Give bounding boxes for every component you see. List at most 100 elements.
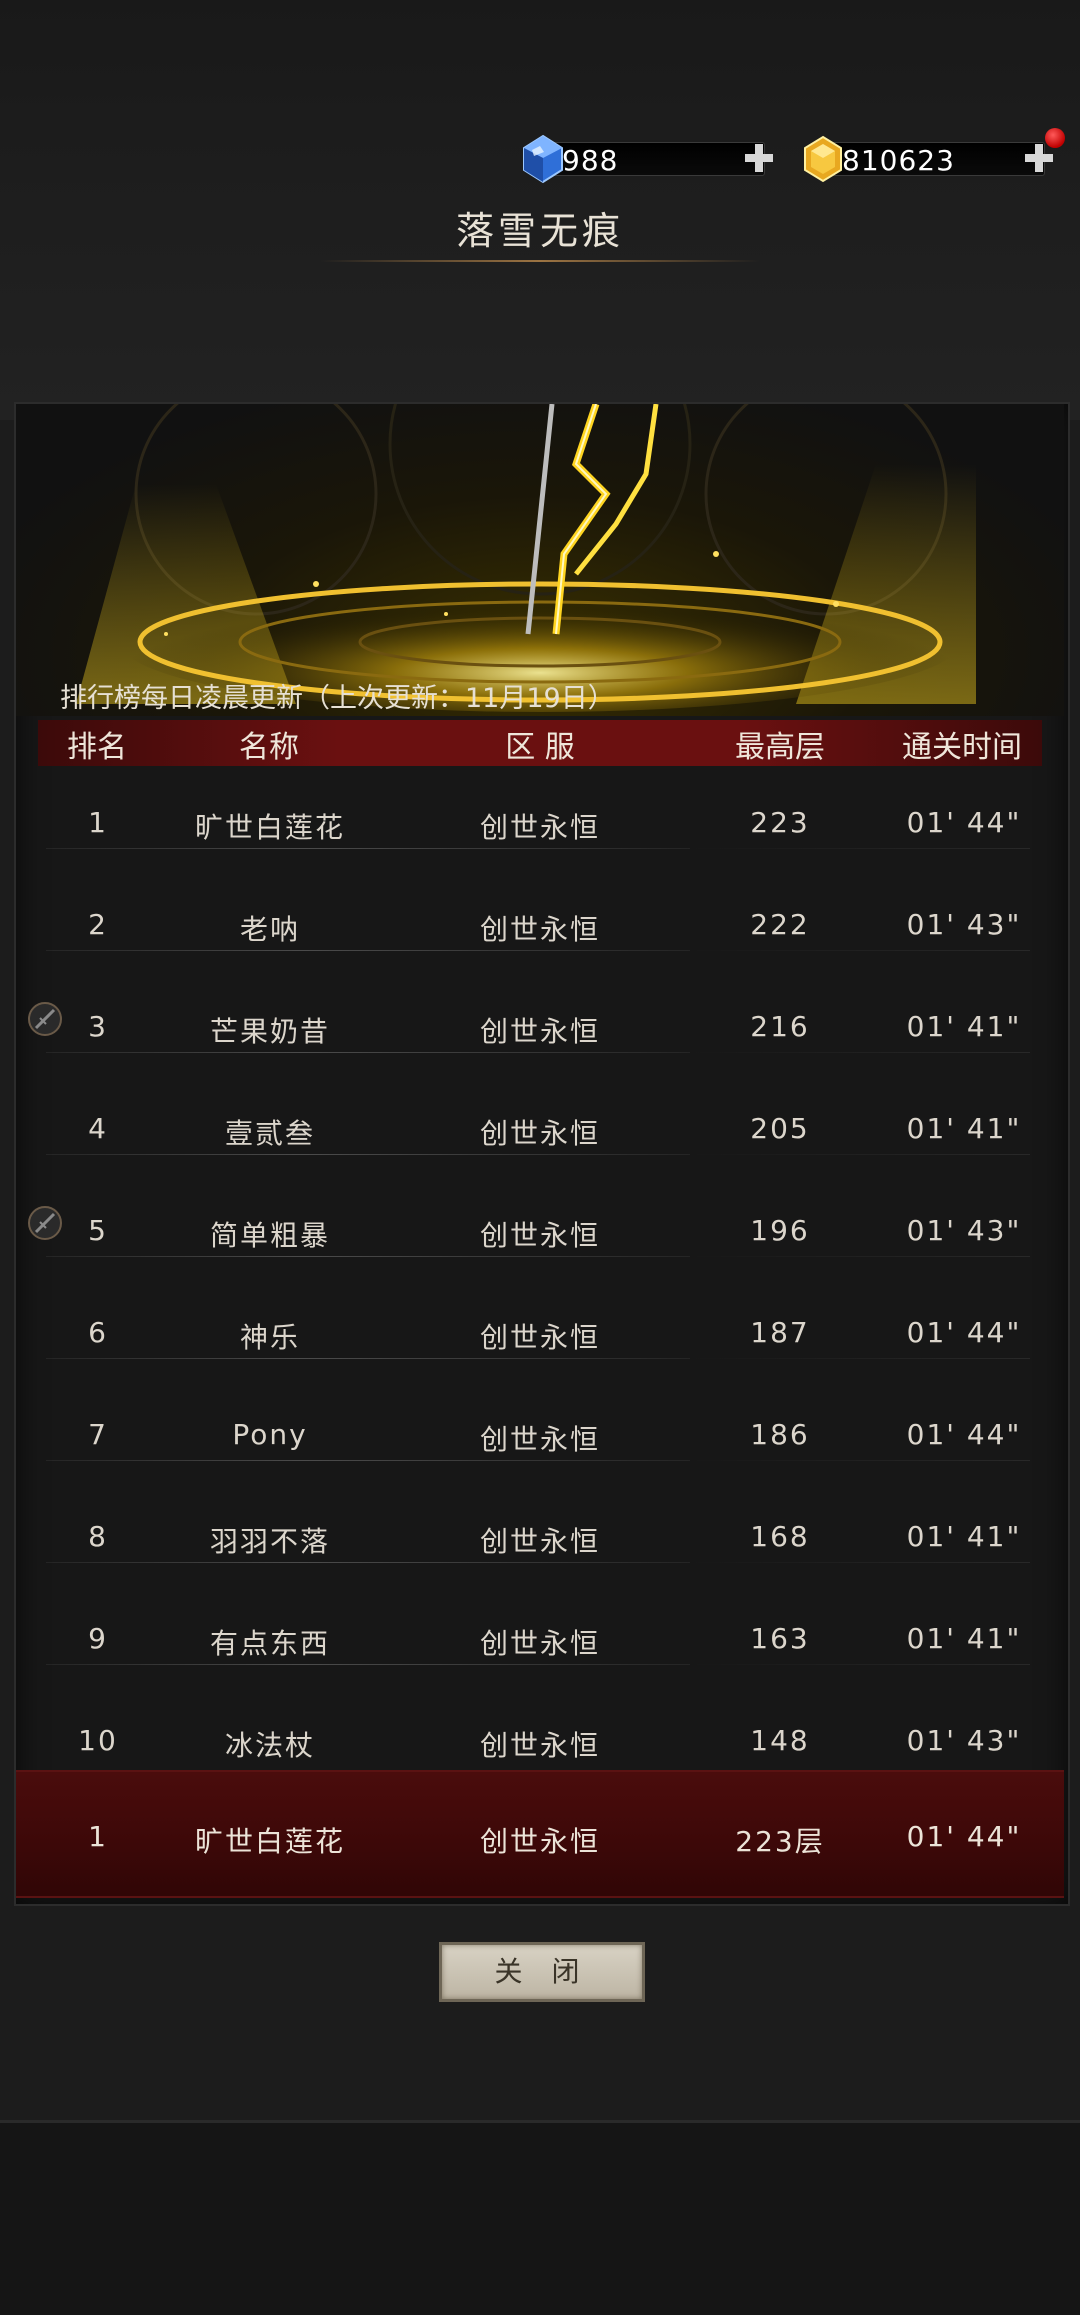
row-server: 创世永恒 — [479, 1525, 601, 1558]
row-divider — [690, 848, 1030, 849]
row-divider — [690, 950, 1030, 951]
row-time: 01' 44" — [906, 1418, 1022, 1451]
my-floor: 223层 — [735, 1825, 825, 1858]
row-divider — [46, 848, 690, 849]
row-divider — [46, 1664, 690, 1665]
row-name: 壹贰叁 — [224, 1117, 316, 1150]
row-divider — [46, 1256, 690, 1257]
my-ranking-row: 1 旷世白莲花 创世永恒 223层 01' 44" — [16, 1770, 1064, 1898]
row-divider — [46, 1052, 690, 1053]
row-server: 创世永恒 — [479, 1729, 601, 1762]
row-floor: 186 — [750, 1418, 810, 1451]
row-rank: 4 — [88, 1112, 108, 1145]
gold-coin-icon — [804, 135, 842, 183]
gold-amount: 810623 — [842, 144, 955, 177]
my-rank: 1 — [88, 1820, 108, 1853]
row-floor: 168 — [750, 1520, 810, 1553]
row-name: 有点东西 — [209, 1627, 331, 1660]
row-floor: 163 — [750, 1622, 810, 1655]
row-floor: 196 — [750, 1214, 810, 1247]
row-server: 创世永恒 — [479, 1117, 601, 1150]
row-floor: 187 — [750, 1316, 810, 1349]
gold-currency: 810623 — [800, 128, 1065, 183]
row-time: 01' 43" — [906, 1214, 1022, 1247]
row-divider — [690, 1052, 1030, 1053]
table-row[interactable]: 8 羽羽不落 创世永恒 168 01' 41" — [0, 1496, 1080, 1598]
row-divider — [690, 1664, 1030, 1665]
row-divider — [46, 1358, 690, 1359]
my-name: 旷世白莲花 — [194, 1825, 346, 1858]
row-divider — [46, 1460, 690, 1461]
row-name: 神乐 — [239, 1321, 301, 1354]
row-name: Pony — [232, 1418, 308, 1451]
row-name: 简单粗暴 — [209, 1219, 331, 1252]
row-name: 芒果奶昔 — [209, 1015, 331, 1048]
header-rank: 排名 — [67, 730, 127, 765]
row-rank: 7 — [88, 1418, 108, 1451]
row-rank: 3 — [88, 1010, 108, 1043]
row-divider — [690, 1154, 1030, 1155]
row-rank: 2 — [88, 908, 108, 941]
row-floor: 148 — [750, 1724, 810, 1757]
page-title: 落雪无痕 — [455, 209, 624, 253]
table-row[interactable]: 2 老呐 创世永恒 222 01' 43" — [0, 884, 1080, 986]
banner-image — [16, 404, 1064, 716]
row-server: 创世永恒 — [479, 1627, 601, 1660]
header-server: 区 服 — [505, 730, 575, 765]
my-server: 创世永恒 — [479, 1825, 601, 1858]
row-name: 羽羽不落 — [209, 1525, 331, 1558]
close-button[interactable]: 关 闭 — [439, 1942, 645, 2002]
row-time: 01' 44" — [906, 806, 1022, 839]
row-name: 老呐 — [239, 913, 301, 946]
table-row[interactable]: 7 Pony 创世永恒 186 01' 44" — [0, 1394, 1080, 1496]
row-divider — [690, 1460, 1030, 1461]
row-time: 01' 41" — [906, 1010, 1022, 1043]
row-divider — [690, 1256, 1030, 1257]
row-server: 创世永恒 — [479, 811, 601, 844]
row-time: 01' 41" — [906, 1112, 1022, 1145]
row-rank: 10 — [78, 1724, 118, 1757]
row-divider — [46, 1154, 690, 1155]
row-time: 01' 43" — [906, 1724, 1022, 1757]
table-row[interactable]: 6 神乐 创世永恒 187 01' 44" — [0, 1292, 1080, 1394]
row-floor: 205 — [750, 1112, 810, 1145]
row-time: 01' 41" — [906, 1622, 1022, 1655]
row-server: 创世永恒 — [479, 1015, 601, 1048]
row-server: 创世永恒 — [479, 913, 601, 946]
row-rank: 5 — [88, 1214, 108, 1247]
row-divider — [46, 950, 690, 951]
row-floor: 223 — [750, 806, 810, 839]
table-row[interactable]: 5 简单粗暴 创世永恒 196 01' 43" — [0, 1190, 1080, 1292]
rank-badge-icon — [28, 1206, 62, 1240]
header-highest-floor: 最高层 — [735, 730, 825, 765]
header-name: 名称 — [239, 730, 299, 765]
row-floor: 222 — [750, 908, 810, 941]
table-row[interactable]: 4 壹贰叁 创世永恒 205 01' 41" — [0, 1088, 1080, 1190]
table-row[interactable]: 1 旷世白莲花 创世永恒 223 01' 44" — [0, 782, 1080, 884]
row-server: 创世永恒 — [479, 1219, 601, 1252]
bottom-background — [0, 2120, 1080, 2315]
table-row[interactable]: 9 有点东西 创世永恒 163 01' 41" — [0, 1598, 1080, 1700]
rank-badge-icon — [28, 1002, 62, 1036]
row-rank: 1 — [88, 806, 108, 839]
row-divider — [690, 1358, 1030, 1359]
row-rank: 8 — [88, 1520, 108, 1553]
add-gems-plus-icon[interactable] — [741, 140, 777, 176]
row-server: 创世永恒 — [479, 1321, 601, 1354]
gem-currency: 988 — [520, 134, 777, 184]
row-rank: 6 — [88, 1316, 108, 1349]
row-server: 创世永恒 — [479, 1423, 601, 1456]
table-header: 排名 名称 区 服 最高层 通关时间 — [38, 720, 1042, 766]
row-name: 冰法杖 — [224, 1729, 316, 1762]
table-row[interactable]: 3 芒果奶昔 创世永恒 216 01' 41" — [0, 986, 1080, 1088]
row-time: 01' 41" — [906, 1520, 1022, 1553]
banner-art — [76, 404, 976, 712]
row-time: 01' 44" — [906, 1316, 1022, 1349]
my-time: 01' 44" — [906, 1820, 1022, 1853]
notification-dot — [1045, 128, 1065, 148]
update-note: 排行榜每日凌晨更新（上次更新：11月19日） — [60, 683, 615, 714]
title-divider — [320, 260, 760, 262]
row-divider — [690, 1562, 1030, 1563]
header-clear-time: 通关时间 — [902, 730, 1022, 765]
gem-amount: 988 — [562, 144, 619, 177]
